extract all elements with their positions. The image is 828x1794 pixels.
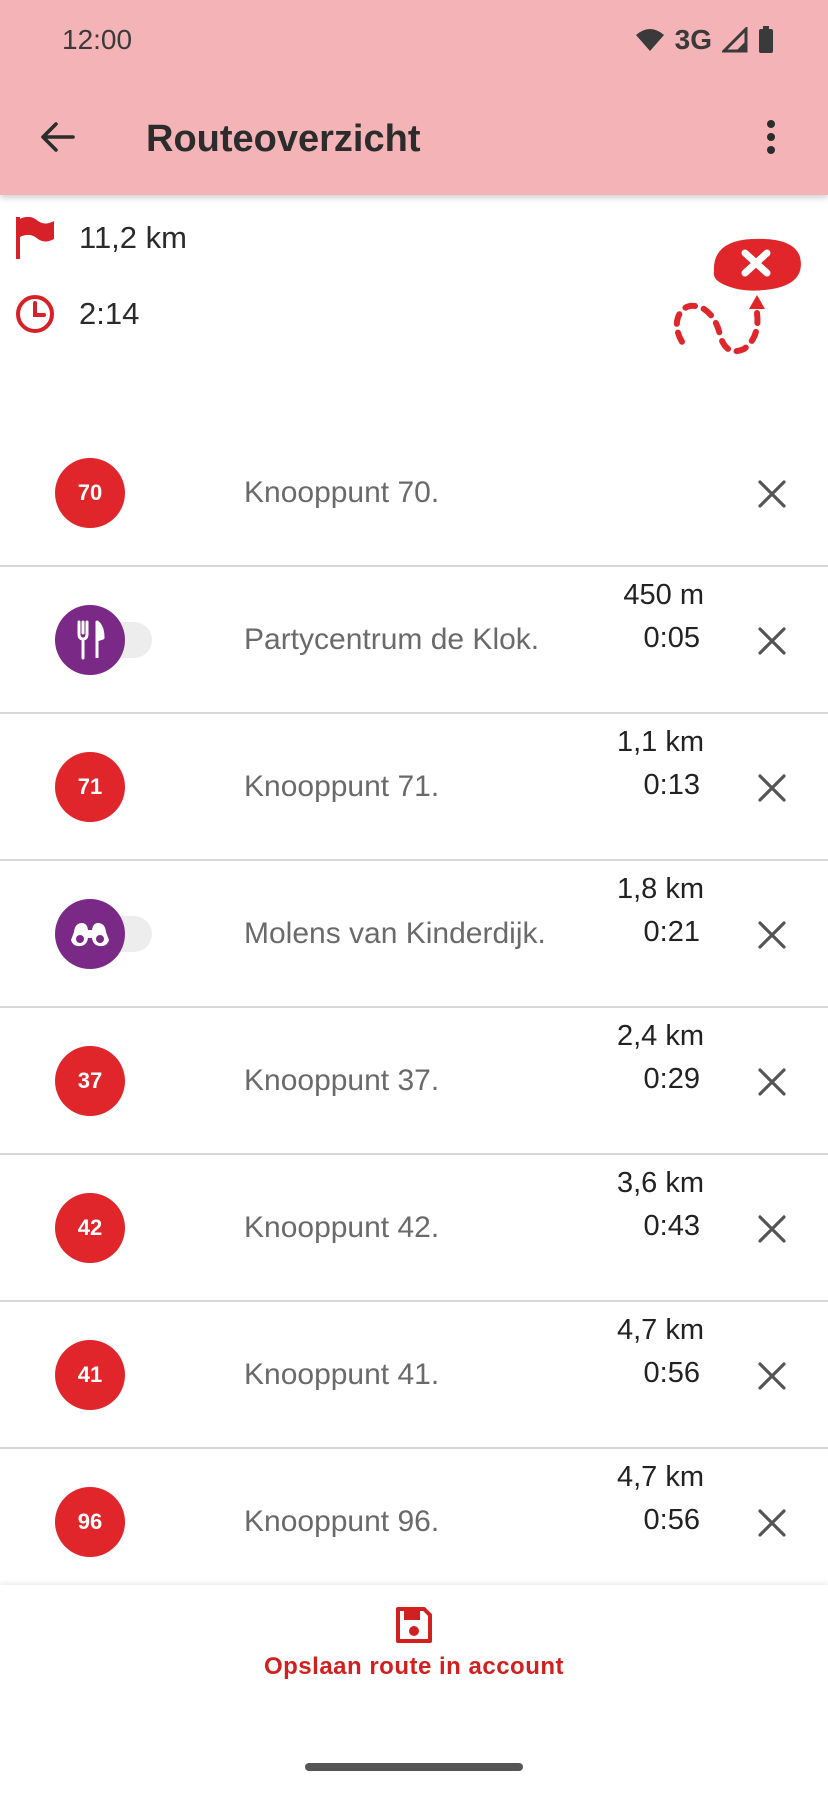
stop-distance: 1,1 km <box>616 726 704 758</box>
stop-distance: 3,6 km <box>616 1167 704 1199</box>
knooppunt-badge: 70 <box>55 458 125 528</box>
remove-stop-button[interactable] <box>746 1056 798 1108</box>
wifi-icon <box>635 29 664 51</box>
page-title: Routeoverzicht <box>146 118 421 160</box>
list-item[interactable]: 42 Knooppunt 42. 3,6 km 0:43 <box>0 1155 828 1302</box>
close-icon <box>758 1509 786 1537</box>
remove-stop-button[interactable] <box>746 1497 798 1549</box>
knooppunt-badge: 71 <box>55 752 125 822</box>
restaurant-icon <box>77 620 105 660</box>
stop-label: Knooppunt 71. <box>244 770 440 803</box>
stop-time: 0:56 <box>643 1357 700 1389</box>
close-icon <box>758 1362 786 1390</box>
stop-distance: 1,8 km <box>616 873 704 905</box>
more-vert-icon <box>767 120 775 154</box>
stop-time: 0:13 <box>643 769 700 801</box>
status-time: 12:00 <box>62 24 133 55</box>
remove-stop-button[interactable] <box>746 1350 798 1402</box>
stop-time: 0:21 <box>643 916 700 948</box>
clock-icon <box>16 294 54 333</box>
stop-label: Knooppunt 42. <box>244 1211 440 1244</box>
remove-stop-button[interactable] <box>746 762 798 814</box>
list-item[interactable]: 71 Knooppunt 71. 1,1 km 0:13 <box>0 714 828 861</box>
stop-time: 0:29 <box>643 1063 700 1095</box>
arrow-back-icon <box>41 122 75 152</box>
distance-summary: 11,2 km <box>14 215 187 260</box>
signal-icon <box>722 27 748 53</box>
list-item[interactable]: 41 Knooppunt 41. 4,7 km 0:56 <box>0 1302 828 1449</box>
remove-stop-button[interactable] <box>746 909 798 961</box>
remove-stop-button[interactable] <box>746 468 798 520</box>
duration-summary: 2:14 <box>14 291 139 336</box>
stop-distance: 4,7 km <box>616 1461 704 1493</box>
list-item[interactable]: 70 Knooppunt 70. <box>0 420 828 567</box>
stop-label: Knooppunt 70. <box>244 476 440 509</box>
overflow-menu-button[interactable] <box>744 110 798 164</box>
bottom-bar: Opslaan route in account <box>0 1585 828 1794</box>
app-bar: 12:00 3G Routeoverzicht <box>0 0 828 195</box>
save-route-label: Opslaan route in account <box>263 1653 565 1680</box>
back-button[interactable] <box>30 110 84 164</box>
stop-label: Molens van Kinderdijk. <box>244 917 546 950</box>
list-item[interactable]: Molens van Kinderdijk. 1,8 km 0:21 <box>0 861 828 1008</box>
save-route-button[interactable]: Opslaan route in account <box>0 1605 828 1705</box>
delete-route-button[interactable] <box>652 217 812 357</box>
close-icon <box>758 480 786 508</box>
restaurant-badge <box>55 605 125 675</box>
remove-stop-button[interactable] <box>746 1203 798 1255</box>
status-icons: 3G <box>635 24 774 56</box>
stop-time: 0:43 <box>643 1210 700 1242</box>
list-item[interactable]: 96 Knooppunt 96. 4,7 km 0:56 <box>0 1449 828 1585</box>
knooppunt-badge: 42 <box>55 1193 125 1263</box>
remove-stop-button[interactable] <box>746 615 798 667</box>
close-icon <box>758 1215 786 1243</box>
stop-time: 0:05 <box>643 622 700 654</box>
battery-icon <box>759 26 773 53</box>
total-duration: 2:14 <box>79 295 140 331</box>
total-distance: 11,2 km <box>79 219 187 255</box>
network-type: 3G <box>674 24 712 55</box>
sightseeing-badge <box>55 899 125 969</box>
stop-label: Knooppunt 41. <box>244 1358 440 1391</box>
route-stop-list: 70 Knooppunt 70. Partycentrum de Klok. 4… <box>0 420 828 1585</box>
stop-time: 0:56 <box>643 1504 700 1536</box>
stop-label: Partycentrum de Klok. <box>244 623 540 656</box>
close-icon <box>758 1068 786 1096</box>
stop-label: Knooppunt 96. <box>244 1505 440 1538</box>
flag-icon <box>16 216 54 259</box>
home-indicator[interactable] <box>305 1763 523 1771</box>
list-item[interactable]: 37 Knooppunt 37. 2,4 km 0:29 <box>0 1008 828 1155</box>
stop-distance: 4,7 km <box>616 1314 704 1346</box>
save-icon <box>396 1607 432 1643</box>
close-icon <box>758 627 786 655</box>
route-summary: 11,2 km 2:14 <box>0 195 828 425</box>
knooppunt-badge: 41 <box>55 1340 125 1410</box>
stop-distance: 450 m <box>623 579 704 611</box>
stop-label: Knooppunt 37. <box>244 1064 440 1097</box>
binoculars-icon <box>71 923 109 947</box>
close-icon <box>758 774 786 802</box>
list-item[interactable]: Partycentrum de Klok. 450 m 0:05 <box>0 567 828 714</box>
stop-distance: 2,4 km <box>616 1020 704 1052</box>
close-icon <box>758 921 786 949</box>
knooppunt-badge: 37 <box>55 1046 125 1116</box>
knooppunt-badge: 96 <box>55 1487 125 1557</box>
